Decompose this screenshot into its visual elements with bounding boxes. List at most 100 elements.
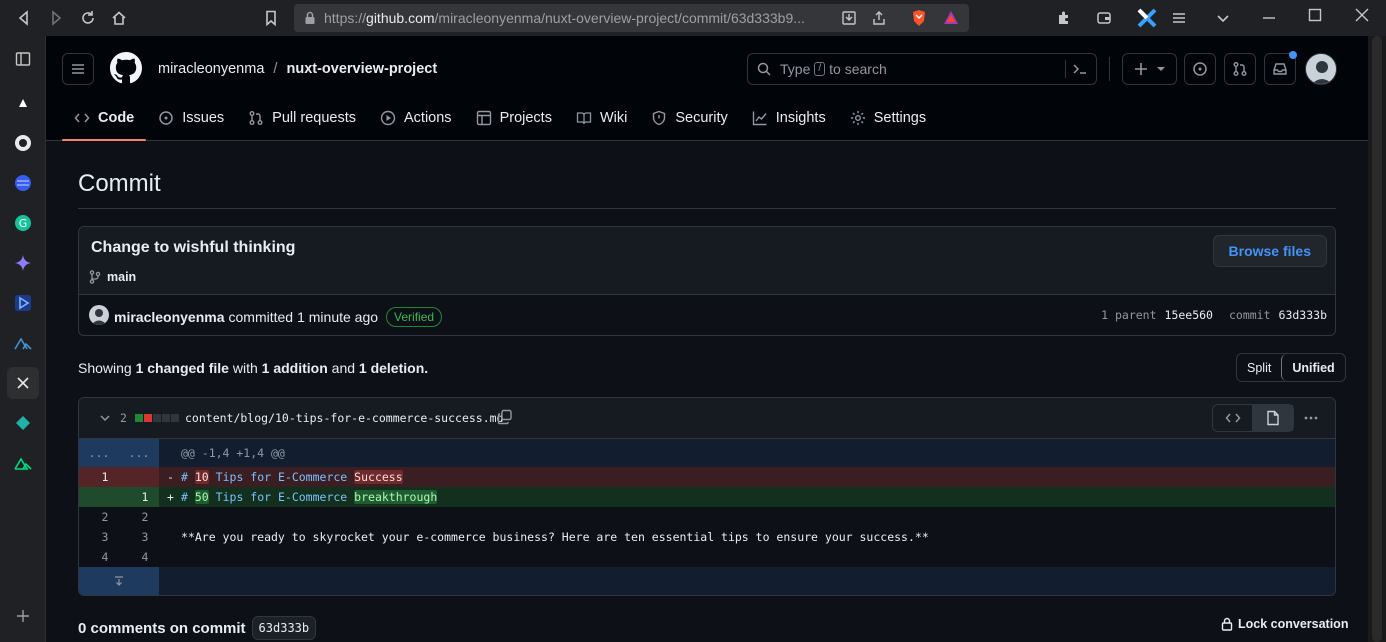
menu-icon[interactable] bbox=[1163, 2, 1195, 34]
tab-issues[interactable]: Issues bbox=[146, 100, 236, 136]
changed-word: breakthrough bbox=[354, 490, 438, 504]
commit-sha: 63d333b bbox=[1278, 308, 1327, 322]
tab-code[interactable]: Code bbox=[62, 100, 147, 141]
add-panel-icon[interactable] bbox=[7, 600, 39, 632]
search-placeholder-end: to search bbox=[829, 61, 887, 77]
view-file-button[interactable] bbox=[1253, 405, 1293, 431]
new-line-number[interactable]: 4 bbox=[125, 547, 165, 567]
diff-line-ctx: 44 bbox=[79, 547, 1335, 567]
back-icon[interactable] bbox=[8, 2, 40, 34]
author-avatar[interactable] bbox=[89, 305, 109, 325]
code-icon bbox=[74, 110, 98, 126]
lock-icon bbox=[304, 11, 316, 25]
tab-wiki[interactable]: Wiki bbox=[564, 100, 639, 136]
commit-time: 1 minute ago bbox=[297, 309, 379, 325]
chevron-down-icon[interactable] bbox=[1207, 2, 1239, 34]
url-host: github.com bbox=[366, 10, 435, 26]
new-line-number[interactable]: 1 bbox=[125, 487, 165, 507]
old-line-number[interactable]: 2 bbox=[85, 507, 125, 527]
tab-pull-requests[interactable]: Pull requests bbox=[236, 100, 368, 136]
brave-rewards-icon[interactable] bbox=[943, 10, 959, 26]
kebab-menu-icon[interactable] bbox=[1303, 410, 1319, 426]
gear-icon bbox=[850, 110, 874, 126]
file-path[interactable]: content/blog/10-tips-for-e-commerce-succ… bbox=[185, 411, 504, 425]
author-link[interactable]: miracleonyenma bbox=[114, 309, 225, 325]
parent-sha-link[interactable]: 15ee560 bbox=[1165, 308, 1213, 322]
play-app-icon[interactable] bbox=[7, 287, 39, 319]
share-icon[interactable] bbox=[871, 10, 887, 26]
copy-icon[interactable] bbox=[497, 409, 513, 425]
hamburger-menu-button[interactable] bbox=[62, 53, 94, 85]
expand-down-button[interactable] bbox=[79, 567, 159, 595]
view-source-button[interactable] bbox=[1213, 405, 1253, 431]
gemini-icon[interactable] bbox=[7, 247, 39, 279]
lock-conversation-label: Lock conversation bbox=[1238, 617, 1349, 631]
verified-badge[interactable]: Verified bbox=[386, 307, 443, 327]
github-logo-icon[interactable] bbox=[110, 52, 142, 84]
extensions-icon[interactable] bbox=[1048, 2, 1080, 34]
commit-branch[interactable]: main bbox=[89, 270, 136, 284]
code-icon bbox=[1225, 410, 1241, 426]
web3-icon[interactable] bbox=[7, 167, 39, 199]
grammarly-icon[interactable]: G bbox=[7, 207, 39, 239]
tab-security[interactable]: Security bbox=[639, 100, 739, 136]
code-text: # 50 Tips for E-Commerce breakthrough bbox=[181, 487, 438, 507]
hunk-expand-new[interactable]: ... bbox=[119, 443, 159, 463]
old-line-number[interactable]: 4 bbox=[85, 547, 125, 567]
lock-icon bbox=[1221, 617, 1233, 631]
diffstat-block bbox=[135, 414, 143, 422]
diff-body: ... ... @@ -1,4 +1,4 @@ 1- # 10 Tips for … bbox=[79, 439, 1335, 595]
unified-view-button[interactable]: Unified bbox=[1281, 354, 1345, 381]
nuxt-icon[interactable] bbox=[7, 327, 39, 359]
search-input[interactable]: Type / to search bbox=[747, 53, 1097, 85]
install-icon[interactable] bbox=[841, 10, 857, 26]
app-shortcut-icon[interactable] bbox=[7, 127, 39, 159]
brave-shields-icon[interactable] bbox=[911, 9, 927, 27]
pull-requests-icon-button[interactable] bbox=[1224, 53, 1256, 85]
hunk-expand-old[interactable]: ... bbox=[79, 443, 119, 463]
url-prefix: https:// bbox=[324, 10, 367, 26]
browse-files-button[interactable]: Browse files bbox=[1212, 235, 1327, 267]
create-new-button[interactable] bbox=[1122, 53, 1177, 85]
scrollbar[interactable] bbox=[1368, 36, 1386, 642]
bookmark-icon[interactable] bbox=[255, 2, 287, 34]
tab-label: Projects bbox=[499, 110, 552, 126]
tab-label: Settings bbox=[873, 110, 927, 126]
breadcrumb: miracleonyenma / nuxt-overview-project bbox=[158, 61, 437, 77]
leo-ai-icon[interactable] bbox=[7, 87, 39, 119]
tab-insights[interactable]: Insights bbox=[740, 100, 838, 136]
avatar[interactable] bbox=[1305, 53, 1337, 85]
x-twitter-icon[interactable] bbox=[7, 367, 39, 399]
tab-settings[interactable]: Settings bbox=[838, 100, 938, 136]
old-line-number[interactable]: 3 bbox=[85, 527, 125, 547]
sidebar-toggle-icon[interactable] bbox=[7, 43, 39, 75]
wallet-icon[interactable] bbox=[1088, 2, 1120, 34]
diffstat bbox=[135, 414, 179, 422]
old-line-number[interactable]: 1 bbox=[85, 467, 125, 487]
repo-name-link[interactable]: nuxt-overview-project bbox=[286, 61, 437, 77]
tab-actions[interactable]: Actions bbox=[368, 100, 464, 136]
new-line-number[interactable]: 2 bbox=[125, 507, 165, 527]
collapse-chevron-icon[interactable] bbox=[99, 412, 111, 424]
shield-icon bbox=[651, 110, 675, 126]
lock-conversation-button[interactable]: Lock conversation bbox=[1221, 617, 1348, 631]
vpn-extension-icon[interactable] bbox=[1131, 2, 1163, 34]
repo-owner-link[interactable]: miracleonyenma bbox=[158, 61, 264, 77]
minimize-icon[interactable] bbox=[1253, 2, 1285, 34]
home-icon[interactable] bbox=[103, 2, 135, 34]
split-view-button[interactable]: Split bbox=[1237, 354, 1281, 381]
nuxt-green-icon[interactable] bbox=[7, 447, 39, 479]
forward-icon[interactable] bbox=[40, 2, 72, 34]
summary-additions: 1 addition bbox=[261, 360, 328, 376]
summary-deletions: 1 deletion bbox=[358, 360, 425, 376]
close-window-icon[interactable] bbox=[1346, 0, 1378, 31]
issues-icon-button[interactable] bbox=[1184, 53, 1216, 85]
reload-icon[interactable] bbox=[72, 2, 104, 34]
command-palette-icon[interactable] bbox=[1072, 61, 1088, 77]
new-line-number[interactable]: 3 bbox=[125, 527, 165, 547]
maximize-icon[interactable] bbox=[1299, 0, 1331, 31]
branch-icon bbox=[89, 270, 101, 284]
app-diamond-icon[interactable] bbox=[7, 407, 39, 439]
address-bar[interactable]: https://github.com/miracleonyenma/nuxt-o… bbox=[294, 4, 969, 32]
tab-projects[interactable]: Projects bbox=[464, 100, 564, 136]
